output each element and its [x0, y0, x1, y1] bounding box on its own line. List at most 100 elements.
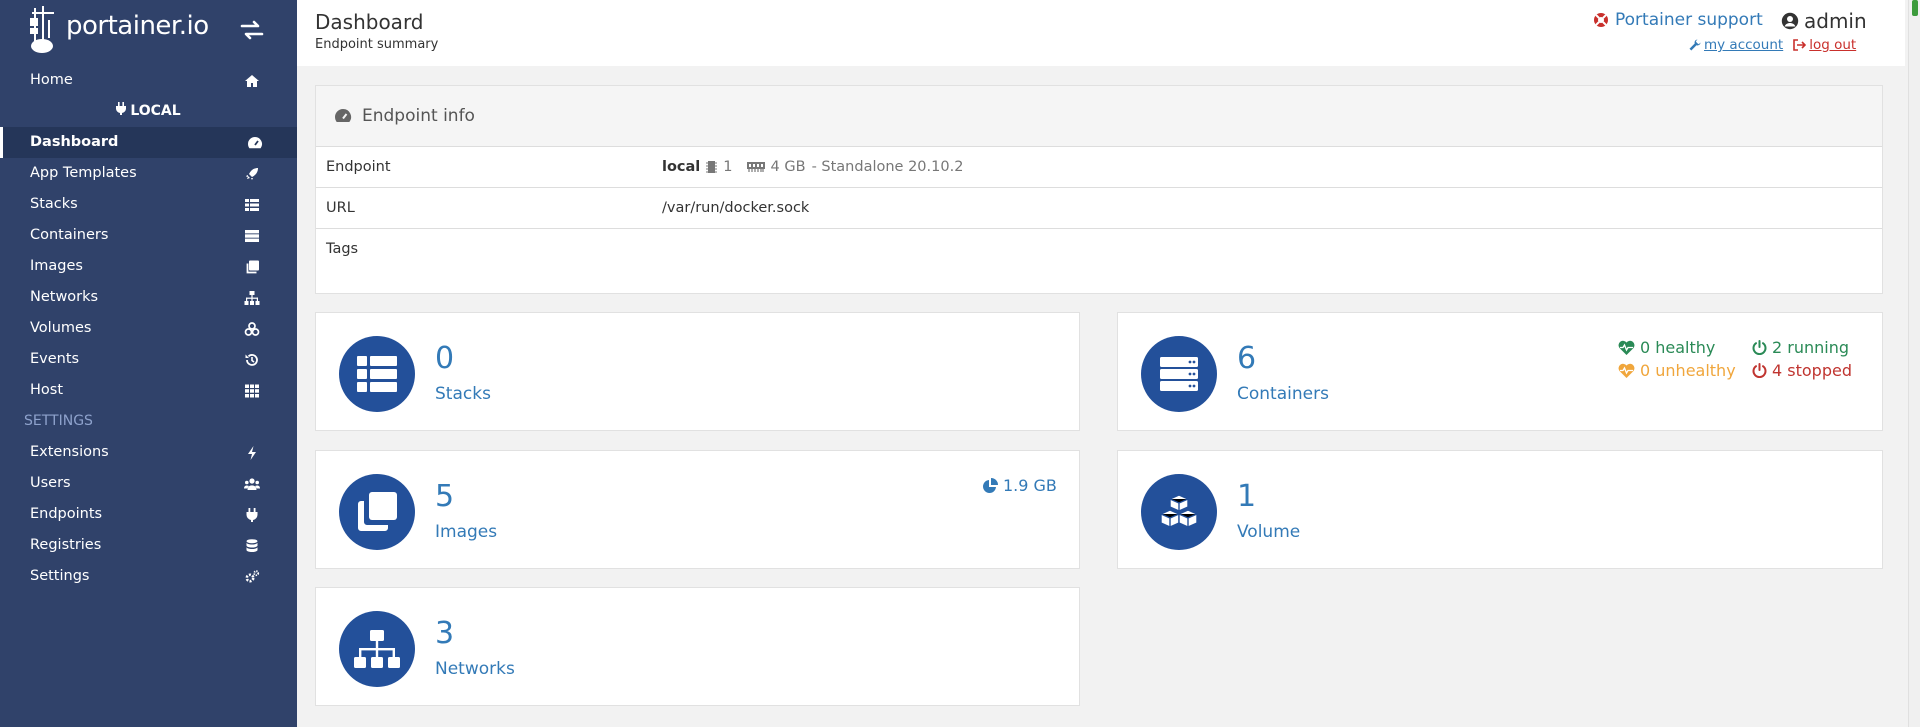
containers-widget[interactable]: 6 Containers 0 healthy 0 unhealthy 2 run…	[1117, 312, 1883, 431]
sidebar-item-label: Dashboard	[30, 134, 119, 150]
endpoint-row: Endpoint local 1 4 GB - Standalone 20.10…	[316, 147, 1882, 188]
sidebar-item-label: Users	[30, 475, 71, 491]
healthy-status: 0 healthy	[1618, 338, 1715, 357]
unhealthy-status: 0 unhealthy	[1618, 361, 1736, 380]
sidebar-item-host[interactable]: Host	[0, 375, 297, 406]
endpoint-row-label: Endpoint	[326, 159, 391, 175]
endpoint-name: local	[662, 159, 701, 175]
home-icon	[245, 75, 259, 87]
containers-label: Containers	[1237, 384, 1329, 404]
microchip-icon	[706, 161, 718, 173]
log-out-link[interactable]: log out	[1793, 37, 1856, 53]
page-subtitle: Endpoint summary	[315, 37, 439, 52]
sidebar-item-volumes[interactable]: Volumes	[0, 313, 297, 344]
stacks-widget[interactable]: 0 Stacks	[315, 312, 1080, 431]
tags-row-label: Tags	[326, 241, 359, 257]
images-widget-icon-circle	[339, 474, 415, 550]
stacks-label: Stacks	[435, 384, 491, 404]
brand: portainer.io	[0, 0, 297, 56]
sidebar-item-users[interactable]: Users	[0, 468, 297, 499]
page-header: Dashboard Endpoint summary Portainer sup…	[297, 0, 1905, 66]
endpoint-memory: 4 GB	[770, 159, 806, 175]
sidebar-item-dashboard[interactable]: Dashboard	[0, 127, 297, 158]
sidebar-item-label: Events	[30, 351, 80, 367]
users-icon	[244, 478, 260, 490]
volumes-count: 1	[1237, 479, 1257, 514]
heartbeat-icon	[1618, 340, 1635, 355]
brand-text: portainer.io	[66, 11, 209, 41]
url-row-label: URL	[326, 200, 355, 216]
stopped-count: 4 stopped	[1772, 361, 1852, 380]
clone-icon	[358, 492, 397, 531]
networks-label: Networks	[435, 659, 515, 679]
cubes-icon	[1160, 494, 1198, 528]
portainer-support-link[interactable]: Portainer support	[1593, 10, 1763, 30]
support-label: Portainer support	[1615, 10, 1763, 30]
power-off-icon	[1752, 363, 1767, 378]
sidebar-item-label: App Templates	[30, 165, 137, 181]
pie-chart-icon	[983, 477, 998, 493]
sidebar: portainer.io Home LOCAL Dashboard App Te…	[0, 0, 297, 727]
sidebar-item-stacks[interactable]: Stacks	[0, 189, 297, 220]
sidebar-item-extensions[interactable]: Extensions	[0, 437, 297, 468]
tags-row: Tags	[316, 229, 1882, 292]
sidebar-item-networks[interactable]: Networks	[0, 282, 297, 313]
tachometer-icon	[335, 108, 352, 122]
tachometer-icon	[248, 137, 262, 149]
sidebar-item-endpoints[interactable]: Endpoints	[0, 499, 297, 530]
images-label: Images	[435, 522, 498, 542]
power-off-icon	[1752, 340, 1767, 355]
endpoint-label: LOCAL	[130, 103, 181, 119]
networks-count: 3	[435, 616, 455, 651]
images-count: 5	[435, 479, 455, 514]
sidebar-item-label: Home	[30, 72, 73, 88]
user-circle-icon	[1781, 12, 1799, 30]
sign-out-icon	[1793, 39, 1807, 51]
volumes-widget-icon-circle	[1141, 474, 1217, 550]
rocket-icon	[246, 168, 258, 180]
clone-icon	[246, 260, 259, 274]
plug-icon	[116, 96, 127, 127]
volumes-label: Volume	[1237, 522, 1301, 542]
endpoint-mode: - Standalone 20.10.2	[811, 159, 964, 175]
sidebar-item-label: Endpoints	[30, 506, 103, 522]
sidebar-item-settings[interactable]: Settings	[0, 561, 297, 592]
page-scrollbar[interactable]	[1908, 0, 1920, 727]
stopped-status: 4 stopped	[1752, 361, 1852, 380]
my-account-link[interactable]: my account	[1689, 37, 1783, 53]
sidebar-item-home[interactable]: Home	[0, 65, 297, 96]
sidebar-item-images[interactable]: Images	[0, 251, 297, 282]
sidebar-item-events[interactable]: Events	[0, 344, 297, 375]
endpoint-info-title: Endpoint info	[362, 106, 475, 126]
scrollbar-thumb[interactable]	[1912, 0, 1918, 16]
sidebar-item-registries[interactable]: Registries	[0, 530, 297, 561]
memory-icon	[746, 162, 765, 172]
sidebar-item-label: Images	[30, 258, 83, 274]
th-icon	[245, 384, 259, 398]
wrench-icon	[1689, 39, 1701, 51]
bolt-icon	[248, 446, 256, 460]
plug-icon	[246, 508, 258, 522]
cubes-icon	[244, 322, 260, 336]
networks-widget[interactable]: 3 Networks	[315, 587, 1080, 706]
sidebar-heading-settings: SETTINGS	[0, 406, 297, 437]
exchange-icon[interactable]	[240, 20, 264, 40]
sitemap-icon	[244, 291, 260, 305]
sidebar-nav: Home LOCAL Dashboard App Templates Stack…	[0, 65, 297, 592]
server-icon	[1160, 357, 1198, 391]
user-display: admin	[1781, 9, 1867, 33]
sidebar-item-containers[interactable]: Containers	[0, 220, 297, 251]
volumes-widget[interactable]: 1 Volume	[1117, 450, 1883, 569]
sidebar-item-label: Registries	[30, 537, 102, 553]
networks-widget-icon-circle	[339, 611, 415, 687]
sidebar-item-label: Containers	[30, 227, 109, 243]
sidebar-item-app-templates[interactable]: App Templates	[0, 158, 297, 189]
history-icon	[245, 354, 258, 366]
username: admin	[1804, 9, 1867, 33]
running-status: 2 running	[1752, 338, 1849, 357]
containers-widget-icon-circle	[1141, 336, 1217, 412]
log-out-label: log out	[1809, 37, 1857, 53]
sidebar-item-label: Networks	[30, 289, 99, 305]
images-widget[interactable]: 5 Images 1.9 GB	[315, 450, 1080, 569]
sidebar-item-label: Stacks	[30, 196, 78, 212]
